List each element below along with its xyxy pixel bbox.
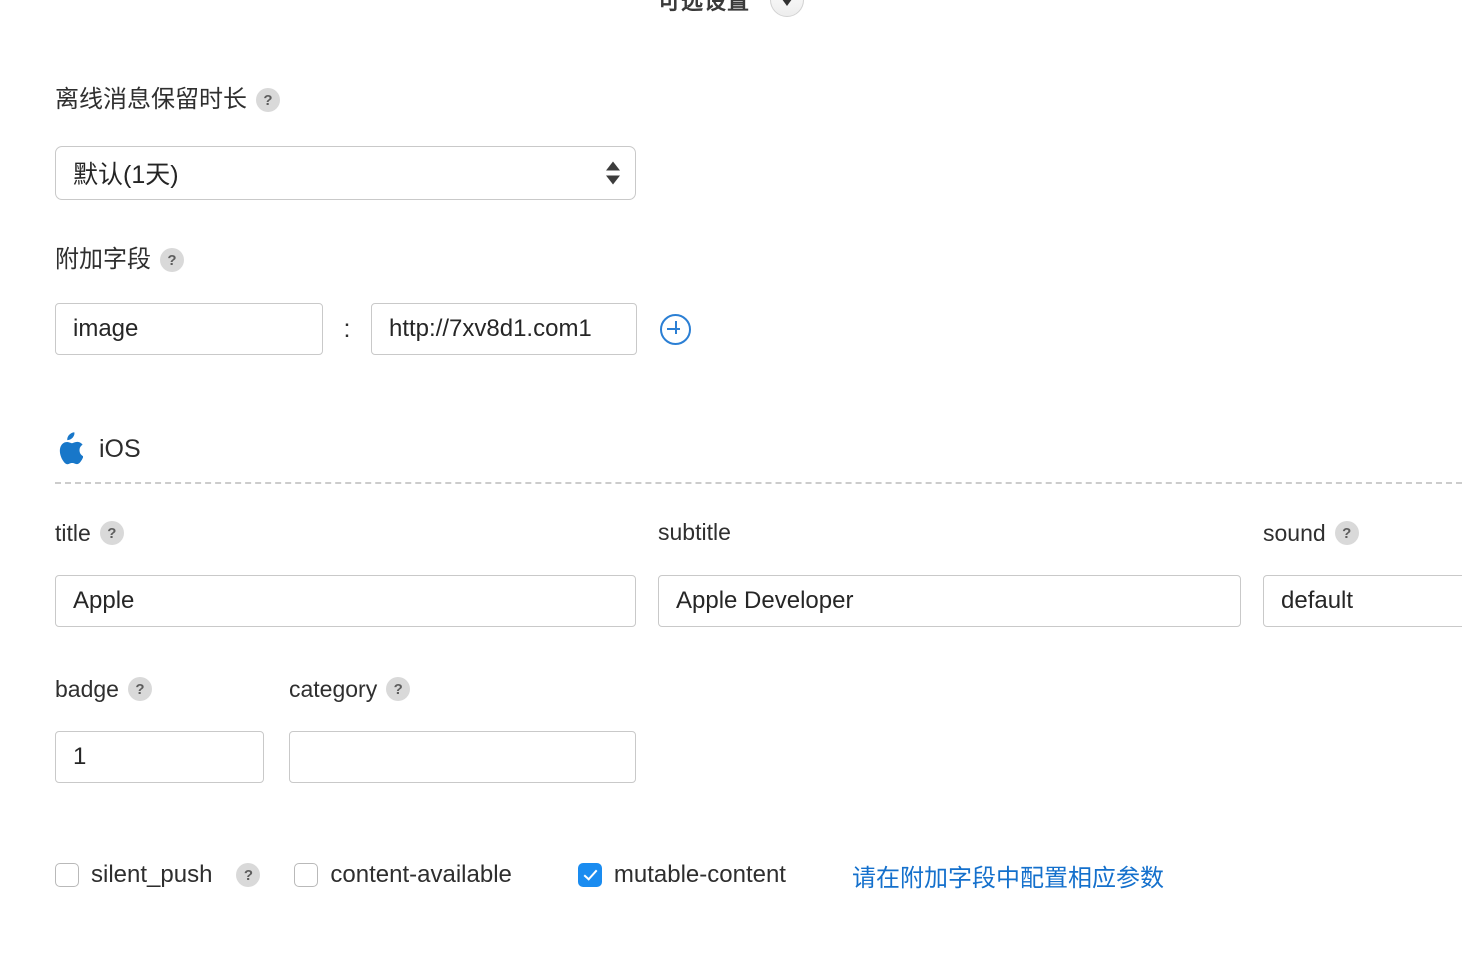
ios-subtitle-label: subtitle xyxy=(658,521,731,544)
ios-subtitle-label-text: subtitle xyxy=(658,519,731,545)
ios-sound-label-text: sound xyxy=(1263,519,1326,546)
optional-settings-panel: 可选设置 离线消息保留时长 ? 默认(1天) 附加字段 ? : iOS xyxy=(0,0,1462,966)
help-icon[interactable]: ? xyxy=(99,521,124,545)
ios-category-input[interactable] xyxy=(289,731,636,783)
offline-retention-select[interactable]: 默认(1天) xyxy=(55,146,636,200)
offline-retention-selected-value: 默认(1天) xyxy=(73,161,179,189)
page-title: 可选设置 xyxy=(657,0,750,14)
checkbox-content-available[interactable]: content-available xyxy=(294,861,512,889)
help-icon[interactable]: ? xyxy=(1334,521,1359,545)
platform-header-ios: iOS xyxy=(55,432,141,466)
ios-title-input[interactable] xyxy=(55,575,636,627)
checkbox-mutable-content-label[interactable]: mutable-content xyxy=(614,861,786,889)
help-icon[interactable]: ? xyxy=(127,677,152,701)
ios-options-checkbox-row: silent_push ? content-available mutable-… xyxy=(55,857,1164,893)
offline-retention-select-wrap: 默认(1天) xyxy=(55,146,636,200)
apple-logo-icon xyxy=(59,432,83,465)
extra-fields-hint-link[interactable]: 请在附加字段中配置相应参数 xyxy=(852,858,1164,893)
platform-name-label: iOS xyxy=(99,434,141,463)
help-icon[interactable]: ? xyxy=(256,88,280,112)
chevron-down-glyph xyxy=(779,0,795,6)
ios-badge-input[interactable] xyxy=(55,731,264,783)
ios-category-label-text: category xyxy=(289,675,378,702)
plus-circle-icon[interactable] xyxy=(660,313,691,345)
checkbox-silent-push[interactable]: silent_push xyxy=(55,861,212,889)
checkbox-silent-push-box[interactable] xyxy=(55,863,79,887)
checkbox-silent-push-label[interactable]: silent_push xyxy=(91,861,212,889)
help-icon[interactable]: ? xyxy=(160,248,184,272)
ios-title-label-text: title xyxy=(55,519,91,546)
checkbox-mutable-content[interactable]: mutable-content xyxy=(577,861,786,889)
checkbox-mutable-content-box[interactable] xyxy=(577,863,602,887)
help-icon[interactable]: ? xyxy=(236,863,261,887)
checkbox-content-available-box[interactable] xyxy=(294,863,319,887)
extra-field-key-input[interactable] xyxy=(55,303,323,355)
ios-badge-label: badge ? xyxy=(55,677,152,701)
stepper-arrows-icon xyxy=(606,161,620,185)
offline-retention-label-text: 离线消息保留时长 xyxy=(55,86,247,113)
ios-category-label: category ? xyxy=(289,675,411,702)
offline-retention-label: 离线消息保留时长 ? xyxy=(55,88,280,112)
extra-field-value-input[interactable] xyxy=(371,303,637,355)
chevron-down-icon[interactable] xyxy=(770,0,804,17)
section-divider xyxy=(55,482,1462,484)
ios-sound-input[interactable] xyxy=(1263,575,1462,627)
extra-field-row: : xyxy=(55,303,691,355)
help-icon[interactable]: ? xyxy=(386,677,411,701)
extra-field-separator: : xyxy=(343,314,351,343)
ios-subtitle-input[interactable] xyxy=(658,575,1241,627)
triangle-down-glyph xyxy=(606,175,620,185)
triangle-up-glyph xyxy=(606,161,620,171)
ios-title-label: title ? xyxy=(55,521,124,545)
ios-sound-label: sound ? xyxy=(1263,521,1359,545)
extra-fields-label: 附加字段 ? xyxy=(55,248,184,272)
extra-fields-label-text: 附加字段 xyxy=(55,246,151,273)
section-header: 可选设置 xyxy=(0,0,1462,22)
checkbox-content-available-label[interactable]: content-available xyxy=(330,861,511,889)
ios-badge-label-text: badge xyxy=(55,675,119,702)
